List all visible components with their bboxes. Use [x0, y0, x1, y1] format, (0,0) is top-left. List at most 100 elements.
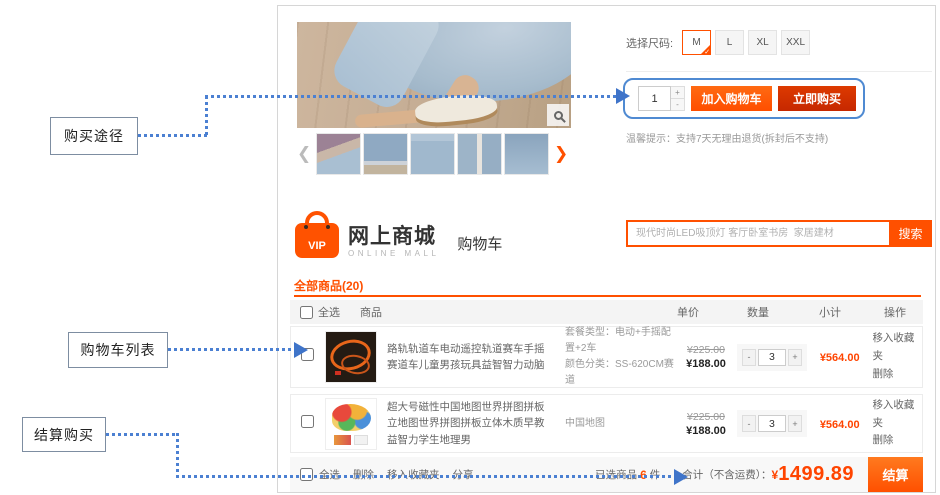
quantity-decrease-button[interactable]: - [671, 99, 685, 112]
select-all-checkbox[interactable] [300, 306, 313, 319]
thumbnail-1[interactable] [316, 133, 361, 175]
annotation-connector [205, 96, 208, 137]
search-button[interactable]: 搜索 [889, 220, 932, 247]
return-policy-tip: 温馨提示：支持7天无理由退货(拆封后不支持) [626, 130, 828, 145]
annotation-connector [205, 95, 617, 98]
buy-action-group: + - 加入购物车 立即购买 [623, 78, 865, 119]
quantity-input[interactable] [638, 86, 671, 111]
site-header: VIP 网上商城 ONLINE MALL 购物车 [295, 211, 502, 258]
quantity-increase-button[interactable]: + [671, 86, 685, 99]
size-option-label: XL [756, 37, 768, 48]
product-image-china-map[interactable] [325, 398, 377, 450]
quantity-stepper: + - [638, 86, 685, 111]
quantity-increase-button[interactable]: + [788, 349, 802, 366]
annotation-connector [106, 433, 179, 436]
page-title: 购物车 [457, 233, 502, 258]
spec-line: 颜色分类：SS-620CM赛道 [565, 357, 675, 389]
car-shape [335, 371, 341, 375]
next-arrow-icon[interactable]: ❯ [554, 133, 568, 175]
thumbnail-2[interactable] [363, 133, 408, 175]
cart-table-header: 全选 商品 单价 数量 小计 操作 [290, 300, 923, 324]
annotation-checkout: 结算购买 [22, 417, 106, 452]
product-image-race-track[interactable] [325, 331, 377, 383]
section-underline [294, 295, 921, 297]
annotation-connector [176, 475, 676, 478]
row-quantity-input[interactable] [758, 415, 786, 432]
size-label: 选择尺码: [626, 35, 673, 51]
row-quantity-stepper: - + [737, 344, 807, 371]
quantity-decrease-button[interactable]: - [742, 349, 756, 366]
row-checkbox[interactable] [301, 415, 314, 428]
quantity-increase-button[interactable]: + [788, 415, 802, 432]
size-option-label: L [727, 37, 733, 48]
move-to-favorites-link[interactable]: 移入收藏夹 [872, 330, 922, 366]
annotation-cart-list: 购物车列表 [68, 332, 168, 368]
puzzle-piece-shape [354, 435, 368, 445]
brand-block: 网上商城 ONLINE MALL [348, 225, 439, 258]
row-subtotal: ¥564.00 [820, 352, 860, 364]
row-subtotal: ¥564.00 [820, 419, 860, 431]
total-label: 合计（不含运费）： [682, 467, 771, 482]
column-actions: 操作 [867, 304, 923, 320]
add-to-cart-button[interactable]: 加入购物车 [691, 86, 772, 111]
size-option-m[interactable]: M ✓ [682, 30, 711, 55]
magnifier-icon [554, 111, 563, 120]
vip-bag-logo-icon: VIP [295, 211, 339, 258]
bag-dot [304, 225, 308, 229]
thumbnail-3[interactable] [410, 133, 455, 175]
buy-now-button[interactable]: 立即购买 [778, 86, 856, 111]
current-price: ¥188.00 [675, 358, 737, 370]
product-specs: 中国地图 [565, 416, 675, 432]
product-specs: 套餐类型：电动+手摇配置+2车 颜色分类：SS-620CM赛道 [565, 325, 675, 389]
brand-subtitle: ONLINE MALL [348, 249, 439, 258]
vip-label: VIP [295, 240, 339, 252]
cart-section-title: 全部商品(20) [294, 277, 363, 294]
total-amount: 1499.89 [778, 463, 854, 486]
annotation-arrow-icon [616, 88, 630, 104]
prev-arrow-icon[interactable]: ❮ [297, 133, 311, 175]
size-option-xxl[interactable]: XXL [781, 30, 810, 55]
quantity-decrease-button[interactable]: - [742, 415, 756, 432]
annotation-arrow-icon [294, 342, 308, 358]
thumbnail-4[interactable] [457, 133, 502, 175]
row-quantity-input[interactable] [758, 349, 786, 366]
size-option-l[interactable]: L [715, 30, 744, 55]
cart-row: 超大号磁性中国地图世界拼图拼板立地图世界拼图拼板立体木质早教益智力学生地理男 中… [290, 394, 923, 453]
delete-link[interactable]: 删除 [872, 432, 922, 450]
product-title-link[interactable]: 路轨轨道车电动遥控轨道赛车手摇赛道车儿童男孩玩具益智智力动脑 [387, 341, 553, 374]
bag-dot [326, 225, 330, 229]
original-price: ¥225.00 [675, 411, 737, 423]
product-main-image [297, 22, 571, 128]
column-subtotal: 小计 [793, 304, 867, 320]
zoom-image-button[interactable] [547, 104, 569, 126]
size-option-label: XXL [786, 37, 805, 48]
thumbnail-strip: ❮ ❯ [297, 133, 589, 175]
puzzle-piece-shape [334, 435, 351, 445]
delete-link[interactable]: 删除 [872, 366, 922, 384]
currency-symbol: ¥ [772, 468, 779, 482]
select-all-label: 全选 [318, 304, 340, 320]
brand-name: 网上商城 [348, 225, 439, 249]
annotation-connector [176, 433, 179, 477]
thumbnail-5[interactable] [504, 133, 549, 175]
size-option-xl[interactable]: XL [748, 30, 777, 55]
size-selector: 选择尺码: M ✓ L XL XXL [626, 30, 814, 55]
move-to-favorites-link[interactable]: 移入收藏夹 [872, 397, 922, 433]
annotation-connector [138, 134, 208, 137]
column-unit-price: 单价 [653, 304, 723, 320]
product-cart-panel: ❮ ❯ 选择尺码: M ✓ L XL XXL + - [277, 5, 936, 493]
column-quantity: 数量 [723, 304, 793, 320]
column-product: 商品 [360, 304, 382, 320]
spec-line: 套餐类型：电动+手摇配置+2车 [565, 325, 675, 357]
search-bar: 搜索 [626, 220, 932, 247]
current-price: ¥188.00 [675, 425, 737, 437]
spec-line: 中国地图 [565, 416, 675, 432]
checkout-button[interactable]: 结算 [868, 457, 923, 492]
row-quantity-stepper: - + [737, 410, 807, 437]
search-input[interactable] [626, 220, 889, 247]
map-shape [332, 404, 371, 431]
size-selected-check-icon: ✓ [704, 48, 710, 56]
product-title-link[interactable]: 超大号磁性中国地图世界拼图拼板立地图世界拼图拼板立体木质早教益智力学生地理男 [387, 399, 553, 448]
annotation-arrow-icon [674, 469, 688, 485]
cart-row: 路轨轨道车电动遥控轨道赛车手摇赛道车儿童男孩玩具益智智力动脑 套餐类型：电动+手… [290, 326, 923, 388]
